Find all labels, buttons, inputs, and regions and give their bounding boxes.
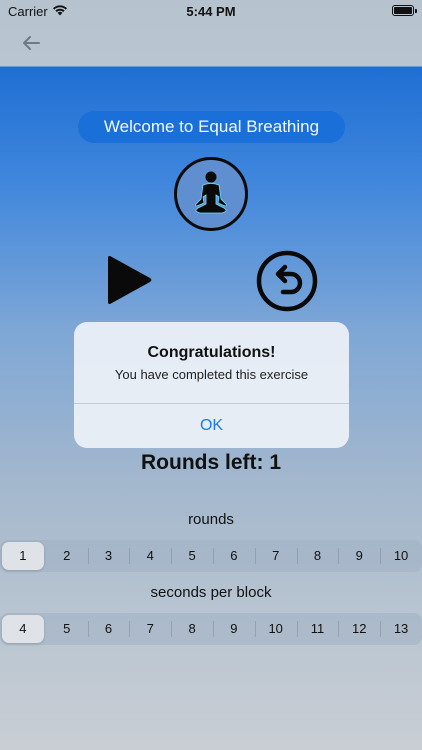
meditation-person-icon [174,157,248,231]
status-time: 5:44 PM [186,4,236,19]
app-screen: Carrier 5:44 PM Welcome to Equal Breathi… [0,0,422,750]
page-title: Welcome to Equal Breathing [78,111,345,143]
rounds-option-5[interactable]: 5 [171,540,213,572]
rounds-segmented-control[interactable]: 1 2 3 4 5 6 7 8 9 10 [0,540,422,572]
seconds-option-4[interactable]: 4 [2,615,44,643]
ok-button[interactable]: OK [74,404,349,448]
back-button[interactable] [18,31,44,55]
seconds-option-13[interactable]: 13 [380,613,422,645]
reset-arrow-icon [256,250,318,312]
seconds-option-11[interactable]: 11 [296,613,339,645]
reset-button[interactable] [256,250,318,312]
play-icon [108,256,152,304]
seconds-option-7[interactable]: 7 [129,613,171,645]
rounds-option-6[interactable]: 6 [212,540,255,572]
alert-title: Congratulations! [147,344,276,361]
seconds-option-12[interactable]: 12 [338,613,380,645]
seconds-option-9[interactable]: 9 [212,613,255,645]
seconds-per-block-label: seconds per block [150,584,272,601]
rounds-option-4[interactable]: 4 [129,540,171,572]
seconds-option-10[interactable]: 10 [254,613,297,645]
rounds-option-7[interactable]: 7 [254,540,297,572]
rounds-option-8[interactable]: 8 [296,540,339,572]
seconds-option-5[interactable]: 5 [46,613,88,645]
rounds-option-2[interactable]: 2 [46,540,88,572]
arrow-left-icon [23,36,40,50]
rounds-option-9[interactable]: 9 [338,540,380,572]
completion-alert: Congratulations! You have completed this… [74,322,349,448]
battery-icon [392,5,417,16]
rounds-option-1[interactable]: 1 [2,542,44,570]
status-bar: Carrier 5:44 PM [0,0,422,22]
seconds-segmented-control[interactable]: 4 5 6 7 8 9 10 11 12 13 [0,613,422,645]
seconds-option-8[interactable]: 8 [171,613,213,645]
rounds-left-label: Rounds left: 1 [141,451,281,474]
rounds-option-10[interactable]: 10 [380,540,422,572]
rounds-label: rounds [188,511,234,528]
seconds-option-6[interactable]: 6 [87,613,130,645]
alert-message: You have completed this exercise [114,367,309,382]
rounds-option-3[interactable]: 3 [87,540,130,572]
play-button[interactable] [104,254,154,306]
